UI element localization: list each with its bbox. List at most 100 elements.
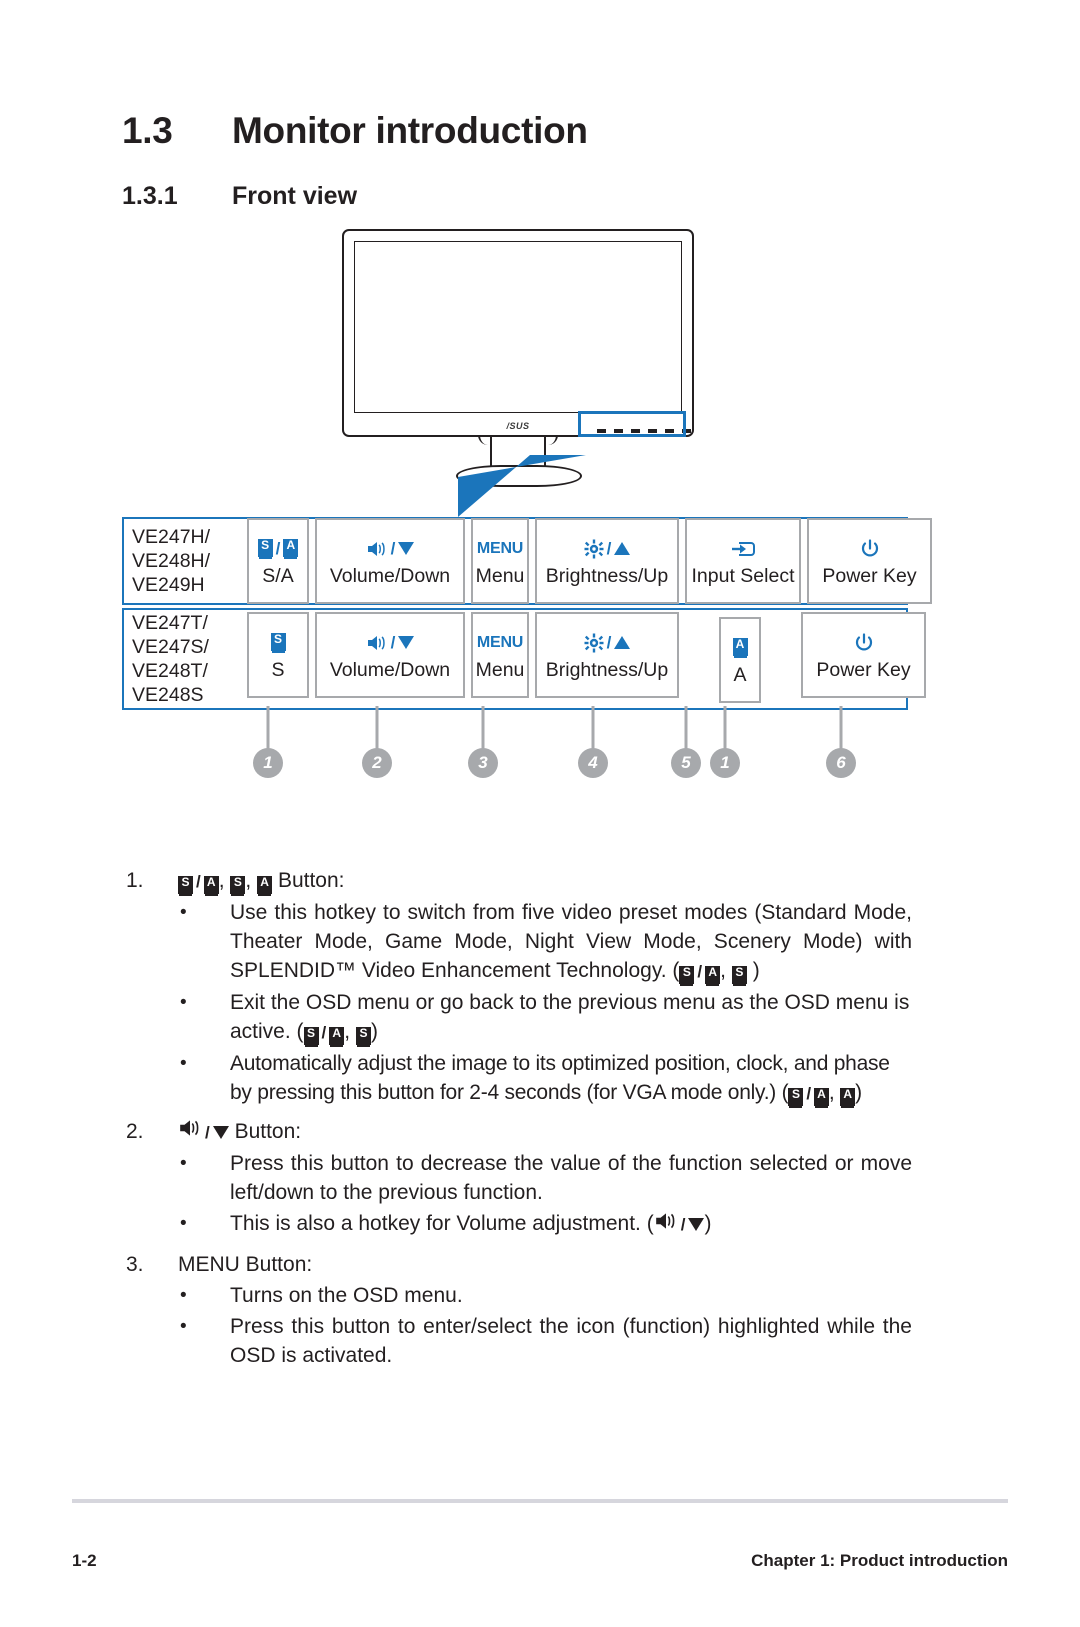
button-label: Brightness/Up [545, 658, 669, 681]
item-title: MENU Button: [178, 1253, 313, 1276]
callout-number: 1 [710, 748, 740, 778]
button-cell-menu[interactable]: MENU Menu [471, 612, 529, 698]
a-key-icon: A [840, 1088, 856, 1106]
menu-word-icon: MENU [476, 633, 524, 651]
a-key-icon: A [203, 876, 219, 894]
footer-divider [72, 1499, 1008, 1503]
button-cell-volume-down[interactable]: / Volume/Down [315, 612, 465, 698]
item-1-heading: 1. S / A, S, A Button: [122, 865, 912, 898]
bullet-text-end: ) [370, 1020, 378, 1043]
model-name: VE247S/ [132, 636, 209, 658]
section-title: Monitor introduction [232, 110, 588, 151]
list-item: This is also a hotkey for Volume adjustm… [122, 1209, 912, 1239]
button-label: Input Select [691, 564, 795, 587]
bullet-text: Use this hotkey to switch from five vide… [230, 901, 912, 982]
item-1-bullets: Use this hotkey to switch from five vide… [122, 898, 912, 1108]
button-cell-power[interactable]: Power Key [801, 612, 926, 698]
a-key-icon: A [329, 1027, 345, 1045]
list-item: Use this hotkey to switch from five vide… [122, 898, 912, 986]
item-2-heading: 2. / Button: [122, 1116, 912, 1149]
monitor-screen [354, 241, 682, 413]
bullet-text-end: ) [704, 1212, 712, 1235]
section-heading: 1.3 Monitor introduction [122, 110, 588, 152]
s-key-icon: S [270, 630, 286, 656]
a-key-icon: A [813, 1088, 829, 1106]
model-list-cell: VE247T/ VE247S/ VE248T/ VE248S [124, 610, 244, 708]
button-label: Volume/Down [329, 564, 451, 587]
s-key-icon: S [303, 1027, 319, 1045]
button-cell-brightness-up[interactable]: / Brightness/Up [535, 612, 679, 698]
button-label: Brightness/Up [545, 564, 669, 587]
item-3-heading: 3. MENU Button: [122, 1249, 912, 1281]
button-label: A [733, 663, 747, 686]
list-item: Press this button to enter/select the ic… [122, 1312, 912, 1370]
item-title-suffix: Button: [277, 869, 345, 892]
comma: , [218, 869, 225, 892]
comma: , [720, 959, 726, 982]
callout-number: 6 [826, 748, 856, 778]
speaker-down-icon: / [366, 630, 415, 656]
menu-word-icon: MENU [476, 539, 524, 557]
button-cell-volume-down[interactable]: / Volume/Down [315, 518, 465, 604]
comma: , [245, 869, 252, 892]
button-label: Menu [475, 658, 525, 681]
button-cell-brightness-up[interactable]: / Brightness/Up [535, 518, 679, 604]
comma: , [344, 1020, 351, 1043]
front-view-button-table: VE247H/ VE248H/ VE249H S / A S/A / Volume/… [122, 517, 932, 710]
button-cell-splendid[interactable]: S / A S/A [247, 518, 309, 604]
down-triangle-icon [212, 1125, 229, 1139]
s-key-icon: S [731, 966, 747, 984]
list-item: 2. / Button: Press this button to decrea… [122, 1116, 912, 1239]
s-key-icon: S [679, 966, 695, 984]
section-number: 1.3 [122, 110, 173, 151]
button-cell-power[interactable]: Power Key [807, 518, 932, 604]
callout-number: 3 [468, 748, 498, 778]
power-icon [854, 630, 874, 656]
brightness-up-icon: / [584, 536, 631, 562]
button-label: S [271, 658, 285, 681]
list-item: 3. MENU Button: Turns on the OSD menu. P… [122, 1249, 912, 1370]
s-key-icon: S [178, 876, 193, 894]
button-cell-menu[interactable]: MENU Menu [471, 518, 529, 604]
list-item: Automatically adjust the image to its op… [122, 1049, 912, 1108]
table-row: VE247T/ VE247S/ VE248T/ VE248S S S / Vol… [122, 608, 926, 710]
subsection-heading: 1.3.1 Front view [122, 182, 357, 211]
speaker-icon [178, 1116, 202, 1148]
callout-number: 1 [253, 748, 283, 778]
down-triangle-icon [398, 636, 415, 649]
bullet-text: This is also a hotkey for Volume adjustm… [230, 1212, 654, 1235]
button-cell-splendid[interactable]: S S [247, 612, 309, 698]
up-triangle-icon [614, 542, 631, 555]
item-title-suffix: Button: [234, 1120, 302, 1143]
document-page: 1.3 Monitor introduction 1.3.1 Front view … [0, 0, 1080, 1627]
s-slash-a-key-icon: S / A [257, 536, 299, 562]
monitor-bezel: /SUS [342, 229, 695, 437]
button-cell-auto[interactable]: A A [719, 617, 761, 703]
button-label: Power Key [822, 564, 917, 587]
a-key-icon: A [257, 876, 273, 894]
item-index: 2. [126, 1120, 144, 1143]
button-cell-auto-wrapper: A A [682, 615, 798, 703]
model-name: VE248H/ [132, 550, 211, 572]
speaker-icon [654, 1210, 678, 1239]
input-select-icon [729, 536, 757, 562]
up-triangle-icon [614, 636, 631, 649]
item-3-bullets: Turns on the OSD menu. Press this button… [122, 1281, 912, 1370]
comma: , [828, 1081, 835, 1104]
model-name: VE247T/ [132, 612, 208, 634]
model-name: VE249H [132, 574, 205, 596]
page-number: 1-2 [72, 1551, 97, 1570]
bullet-text-end: ) [855, 1081, 862, 1104]
callout-number: 4 [578, 748, 608, 778]
callout-number: 2 [362, 748, 392, 778]
item-2-bullets: Press this button to decrease the value … [122, 1149, 912, 1239]
brightness-up-icon: / [584, 630, 631, 656]
down-triangle-icon [398, 542, 415, 555]
subsection-title: Front view [232, 182, 358, 210]
callout-number: 5 [671, 748, 701, 778]
model-name: VE248T/ [132, 660, 208, 682]
list-item: Press this button to decrease the value … [122, 1149, 912, 1207]
bullet-text-end: ) [752, 959, 760, 982]
button-cell-input-select[interactable]: Input Select [685, 518, 801, 604]
button-label: Volume/Down [329, 658, 451, 681]
